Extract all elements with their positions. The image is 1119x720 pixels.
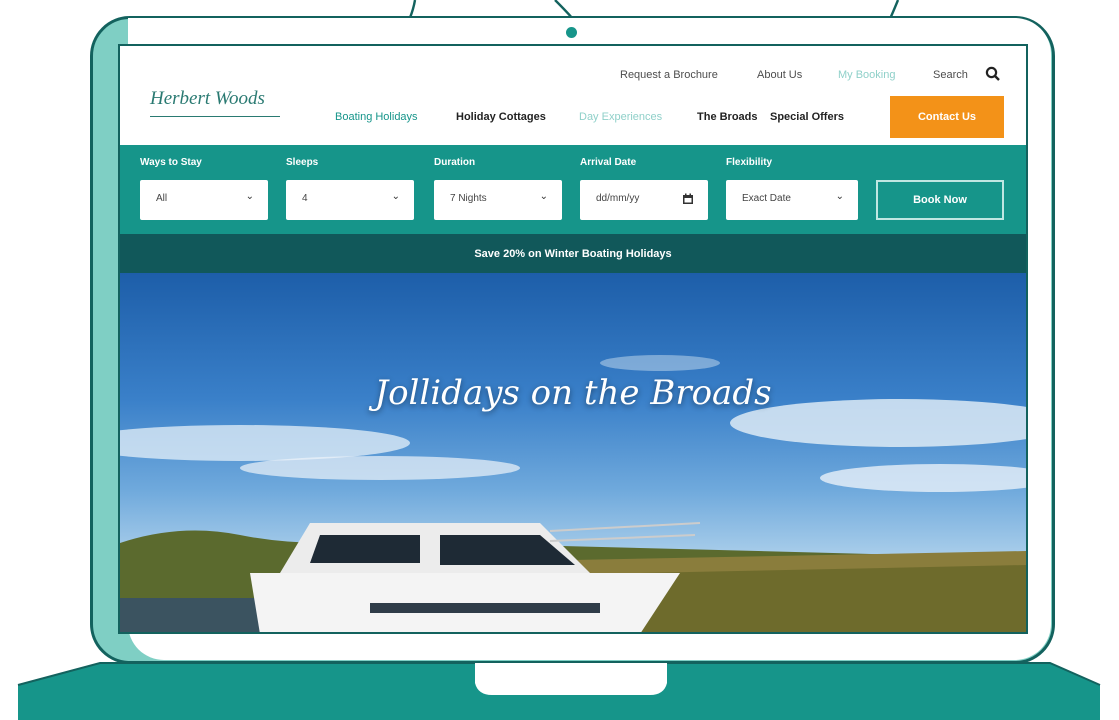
laptop-base	[17, 662, 1101, 720]
nav-the-broads[interactable]: The Broads	[697, 111, 758, 123]
nav-search[interactable]: Search	[933, 69, 968, 81]
duration-label: Duration	[434, 157, 476, 168]
nav-day-experiences[interactable]: Day Experiences	[579, 111, 662, 123]
nav-special-offers[interactable]: Special Offers	[770, 111, 844, 123]
laptop-screen: Request a Brochure About Us My Booking S…	[118, 44, 1028, 634]
chevron-down-icon: ⌄	[391, 191, 400, 202]
flexibility-label: Flexibility	[726, 157, 773, 168]
sleeps-label: Sleeps	[286, 157, 319, 168]
sleeps-select[interactable]: 4 ⌄	[286, 180, 414, 220]
hero-scene	[120, 355, 1026, 632]
camera-dot	[566, 27, 577, 38]
nav-about-us[interactable]: About Us	[757, 69, 802, 81]
ways-to-stay-select[interactable]: All ⌄	[140, 180, 268, 220]
ways-to-stay-label: Ways to Stay	[140, 157, 202, 168]
nav-holiday-cottages[interactable]: Holiday Cottages	[456, 111, 546, 123]
logo[interactable]: Herbert Woods	[140, 88, 280, 130]
chevron-down-icon: ⌄	[245, 191, 254, 202]
chevron-down-icon: ⌄	[539, 191, 548, 202]
nav-boating-holidays[interactable]: Boating Holidays	[335, 111, 418, 123]
chevron-down-icon: ⌄	[835, 191, 844, 202]
contact-us-button[interactable]: Contact Us	[890, 96, 1004, 138]
promo-banner[interactable]: Save 20% on Winter Boating Holidays	[120, 234, 1026, 273]
booking-bar: Ways to Stay All ⌄ Sleeps 4 ⌄ Duration 7…	[120, 145, 1026, 234]
nav-my-booking[interactable]: My Booking	[838, 69, 895, 81]
book-now-button[interactable]: Book Now	[876, 180, 1004, 220]
arrival-date-label: Arrival Date	[580, 157, 637, 168]
calendar-icon[interactable]	[682, 193, 694, 205]
hero-title: Jollidays on the Broads	[374, 373, 772, 413]
duration-select[interactable]: 7 Nights ⌄	[434, 180, 562, 220]
nav-request-brochure[interactable]: Request a Brochure	[620, 69, 718, 81]
hero-image: Jollidays on the Broads	[120, 273, 1026, 632]
search-icon[interactable]	[985, 66, 1001, 82]
arrival-date-input[interactable]: dd/mm/yy	[580, 180, 708, 220]
flexibility-select[interactable]: Exact Date ⌄	[726, 180, 858, 220]
